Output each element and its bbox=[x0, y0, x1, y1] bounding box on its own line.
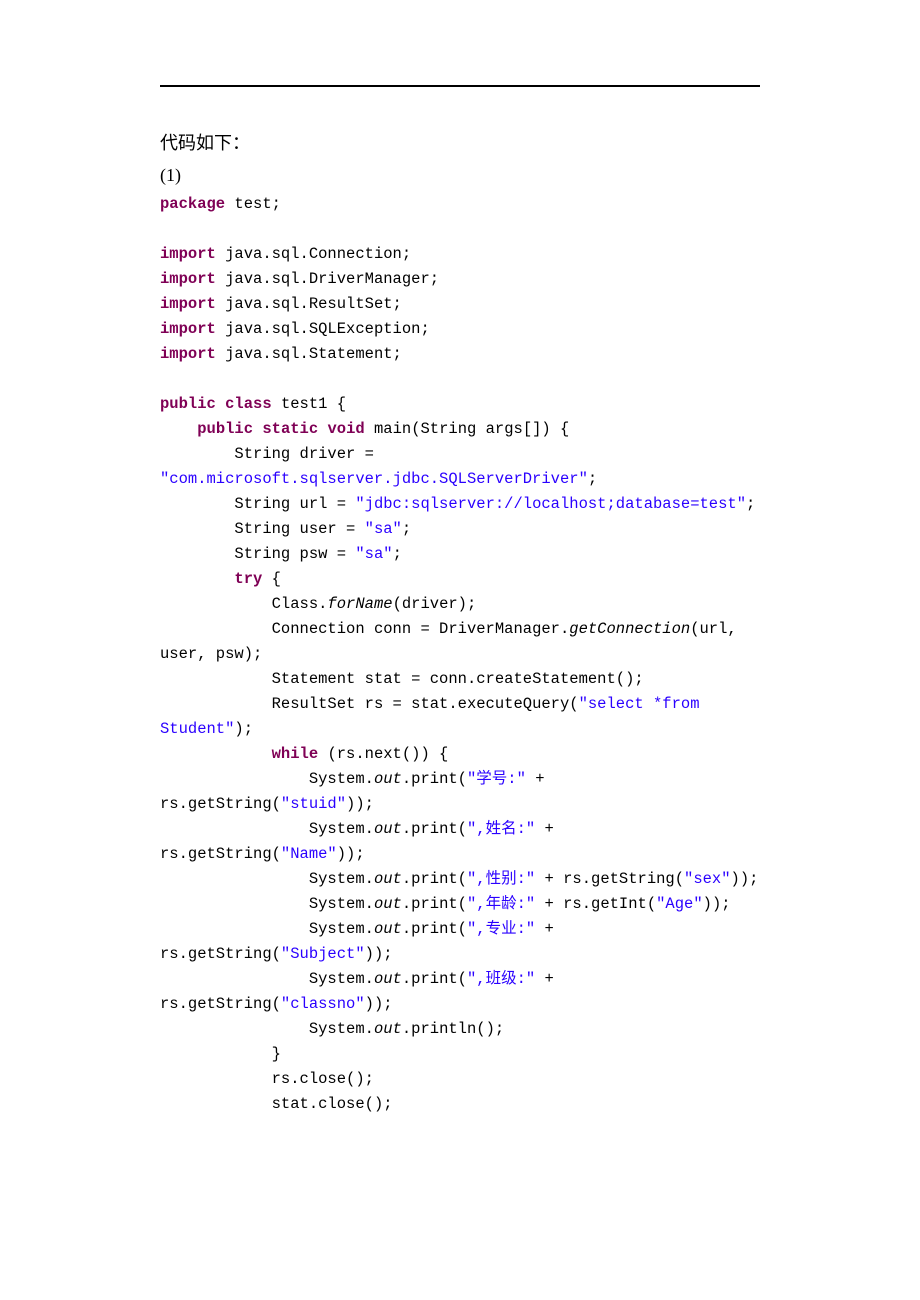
string-literal: ",专业:" bbox=[467, 920, 535, 938]
string-literal: "sex" bbox=[684, 870, 731, 888]
static-field: out bbox=[374, 895, 402, 913]
code-text: String psw = bbox=[160, 545, 355, 563]
code-text: )); bbox=[365, 945, 393, 963]
code-text: ; bbox=[588, 470, 597, 488]
string-literal: "sa" bbox=[355, 545, 392, 563]
static-field: out bbox=[374, 870, 402, 888]
code-text: ResultSet rs = stat.executeQuery( bbox=[160, 695, 579, 713]
code-text: System. bbox=[160, 920, 374, 938]
code-text: java.sql.Statement; bbox=[216, 345, 402, 363]
static-method: getConnection bbox=[569, 620, 690, 638]
code-text: )); bbox=[337, 845, 365, 863]
code-text bbox=[216, 395, 225, 413]
string-literal: "Subject" bbox=[281, 945, 365, 963]
code-text: Connection conn = DriverManager. bbox=[160, 620, 569, 638]
keyword: while bbox=[272, 745, 319, 763]
code-text: System. bbox=[160, 1020, 374, 1038]
code-text: .println(); bbox=[402, 1020, 504, 1038]
code-text: String url = bbox=[160, 495, 355, 513]
code-text: ); bbox=[234, 720, 253, 738]
keyword: class bbox=[225, 395, 272, 413]
string-literal: "stuid" bbox=[281, 795, 346, 813]
code-text: )); bbox=[731, 870, 759, 888]
section-sub: (1) bbox=[160, 165, 760, 186]
code-text: stat.close(); bbox=[160, 1095, 393, 1113]
code-text bbox=[160, 745, 272, 763]
code-text: .print( bbox=[402, 920, 467, 938]
code-text: ; bbox=[402, 520, 411, 538]
code-text: test; bbox=[225, 195, 281, 213]
keyword: import bbox=[160, 295, 216, 313]
code-text bbox=[160, 420, 197, 438]
static-field: out bbox=[374, 1020, 402, 1038]
static-field: out bbox=[374, 920, 402, 938]
string-literal: "Age" bbox=[656, 895, 703, 913]
code-text: System. bbox=[160, 970, 374, 988]
code-text: java.sql.DriverManager; bbox=[216, 270, 439, 288]
string-literal: "Name" bbox=[281, 845, 337, 863]
code-text: )); bbox=[365, 995, 393, 1013]
code-text: java.sql.ResultSet; bbox=[216, 295, 402, 313]
section-header: 代码如下： bbox=[160, 129, 760, 155]
string-literal: "com.microsoft.sqlserver.jdbc.SQLServerD… bbox=[160, 470, 588, 488]
code-text: { bbox=[262, 570, 281, 588]
code-text: main(String args[]) { bbox=[365, 420, 570, 438]
keyword: import bbox=[160, 320, 216, 338]
string-literal: ",性别:" bbox=[467, 870, 535, 888]
string-literal: "sa" bbox=[365, 520, 402, 538]
keyword: public bbox=[160, 395, 216, 413]
string-literal: ",姓名:" bbox=[467, 820, 535, 838]
code-text: String driver = bbox=[160, 445, 383, 463]
code-text: Class. bbox=[160, 595, 327, 613]
code-text: (driver); bbox=[393, 595, 477, 613]
code-text: .print( bbox=[402, 870, 467, 888]
code-text bbox=[253, 420, 262, 438]
code-text bbox=[160, 570, 234, 588]
code-text: java.sql.SQLException; bbox=[216, 320, 430, 338]
keyword: public bbox=[197, 420, 253, 438]
code-text: System. bbox=[160, 820, 374, 838]
code-text: + rs.getInt( bbox=[535, 895, 656, 913]
keyword: static bbox=[262, 420, 318, 438]
code-text: rs.close(); bbox=[160, 1070, 374, 1088]
keyword: try bbox=[234, 570, 262, 588]
horizontal-rule bbox=[160, 85, 760, 87]
keyword: import bbox=[160, 345, 216, 363]
code-text: ; bbox=[393, 545, 402, 563]
keyword: import bbox=[160, 245, 216, 263]
code-text: ; bbox=[746, 495, 755, 513]
keyword: package bbox=[160, 195, 225, 213]
static-field: out bbox=[374, 970, 402, 988]
code-text: )); bbox=[703, 895, 731, 913]
keyword: import bbox=[160, 270, 216, 288]
string-literal: "学号:" bbox=[467, 770, 526, 788]
code-text: .print( bbox=[402, 770, 467, 788]
code-text: .print( bbox=[402, 820, 467, 838]
code-text: .print( bbox=[402, 970, 467, 988]
code-text: .print( bbox=[402, 895, 467, 913]
string-literal: ",班级:" bbox=[467, 970, 535, 988]
code-text: + rs.getString( bbox=[535, 870, 684, 888]
document-page: 代码如下： (1) package test; import java.sql.… bbox=[0, 0, 920, 1217]
code-text: System. bbox=[160, 895, 374, 913]
code-text: )); bbox=[346, 795, 374, 813]
code-text: test1 { bbox=[272, 395, 346, 413]
code-block: package test; import java.sql.Connection… bbox=[160, 192, 760, 1117]
string-literal: "jdbc:sqlserver://localhost;database=tes… bbox=[355, 495, 746, 513]
code-text: Statement stat = conn.createStatement(); bbox=[160, 670, 644, 688]
static-method: forName bbox=[327, 595, 392, 613]
code-text: java.sql.Connection; bbox=[216, 245, 411, 263]
code-text: System. bbox=[160, 870, 374, 888]
static-field: out bbox=[374, 820, 402, 838]
code-text: System. bbox=[160, 770, 374, 788]
string-literal: "classno" bbox=[281, 995, 365, 1013]
string-literal: ",年龄:" bbox=[467, 895, 535, 913]
code-text: } bbox=[160, 1045, 281, 1063]
static-field: out bbox=[374, 770, 402, 788]
code-text: (rs.next()) { bbox=[318, 745, 448, 763]
code-text: String user = bbox=[160, 520, 365, 538]
keyword: void bbox=[327, 420, 364, 438]
